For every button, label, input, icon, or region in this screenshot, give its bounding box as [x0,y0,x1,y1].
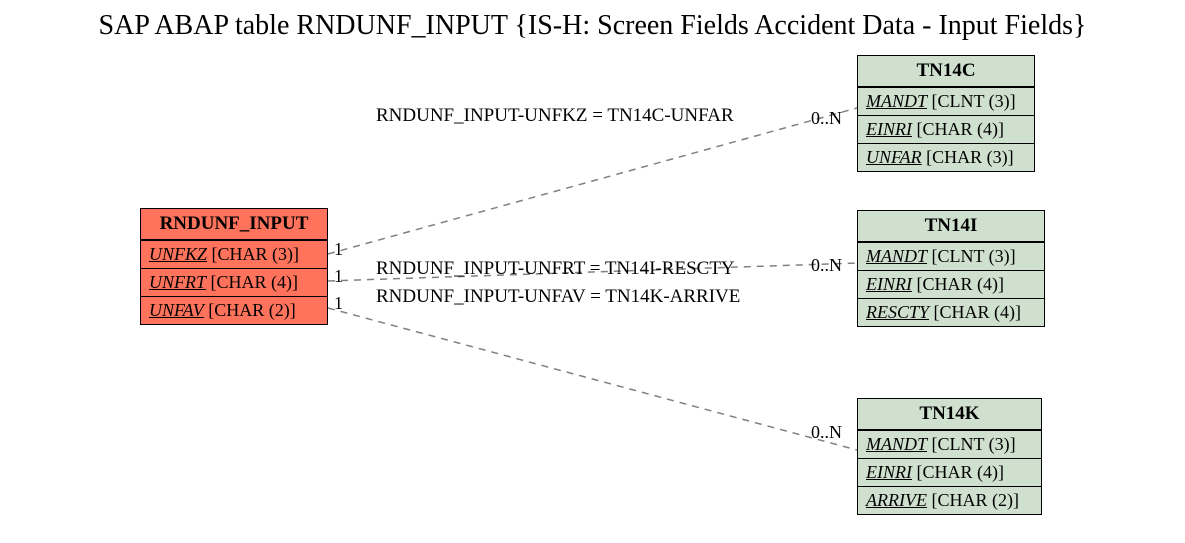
cardinality-left-2: 1 [334,266,343,287]
field-name: UNFAV [149,300,204,320]
relation-label-3: RNDUNF_INPUT-UNFAV = TN14K-ARRIVE [376,286,740,308]
cardinality-left-1: 1 [334,239,343,260]
entity-field: UNFAV [CHAR (2)] [141,296,327,324]
cardinality-right-2: 0..N [811,255,842,276]
relation-label-1: RNDUNF_INPUT-UNFKZ = TN14C-UNFAR [376,105,734,127]
field-type: [CLNT (3)] [932,246,1016,266]
field-type: [CHAR (4)] [916,462,1004,482]
field-type: [CHAR (3)] [926,147,1014,167]
field-type: [CHAR (4)] [916,274,1004,294]
field-type: [CHAR (4)] [934,302,1022,322]
entity-field: MANDT [CLNT (3)] [858,87,1034,115]
field-name: UNFRT [149,272,206,292]
cardinality-left-3: 1 [334,293,343,314]
entity-tn14c: TN14C MANDT [CLNT (3)] EINRI [CHAR (4)] … [857,55,1035,172]
cardinality-right-3: 0..N [811,422,842,443]
entity-field: EINRI [CHAR (4)] [858,270,1044,298]
entity-field: UNFKZ [CHAR (3)] [141,240,327,268]
field-name: RESCTY [866,302,929,322]
entity-tn14i: TN14I MANDT [CLNT (3)] EINRI [CHAR (4)] … [857,210,1045,327]
entity-field: ARRIVE [CHAR (2)] [858,486,1041,514]
field-name: ARRIVE [866,490,927,510]
field-name: MANDT [866,91,927,111]
field-name: EINRI [866,274,912,294]
entity-header: TN14K [858,399,1041,430]
entity-field: RESCTY [CHAR (4)] [858,298,1044,326]
field-name: EINRI [866,462,912,482]
entity-field: UNFAR [CHAR (3)] [858,143,1034,171]
field-name: MANDT [866,434,927,454]
field-name: UNFKZ [149,244,207,264]
field-type: [CHAR (2)] [931,490,1019,510]
entity-header: TN14I [858,211,1044,242]
field-name: UNFAR [866,147,922,167]
relation-label-2: RNDUNF_INPUT-UNFRT = TN14I-RESCTY [376,258,735,280]
entity-field: MANDT [CLNT (3)] [858,430,1041,458]
entity-field: EINRI [CHAR (4)] [858,115,1034,143]
field-type: [CHAR (4)] [211,272,299,292]
field-type: [CLNT (3)] [932,91,1016,111]
entity-header: TN14C [858,56,1034,87]
field-type: [CLNT (3)] [932,434,1016,454]
page-title: SAP ABAP table RNDUNF_INPUT {IS-H: Scree… [0,10,1185,42]
entity-header: RNDUNF_INPUT [141,209,327,240]
field-name: EINRI [866,119,912,139]
field-type: [CHAR (2)] [208,300,296,320]
field-name: MANDT [866,246,927,266]
field-type: [CHAR (3)] [212,244,300,264]
entity-field: MANDT [CLNT (3)] [858,242,1044,270]
entity-field: UNFRT [CHAR (4)] [141,268,327,296]
entity-field: EINRI [CHAR (4)] [858,458,1041,486]
field-type: [CHAR (4)] [916,119,1004,139]
entity-tn14k: TN14K MANDT [CLNT (3)] EINRI [CHAR (4)] … [857,398,1042,515]
entity-rndunf-input: RNDUNF_INPUT UNFKZ [CHAR (3)] UNFRT [CHA… [140,208,328,325]
cardinality-right-1: 0..N [811,108,842,129]
